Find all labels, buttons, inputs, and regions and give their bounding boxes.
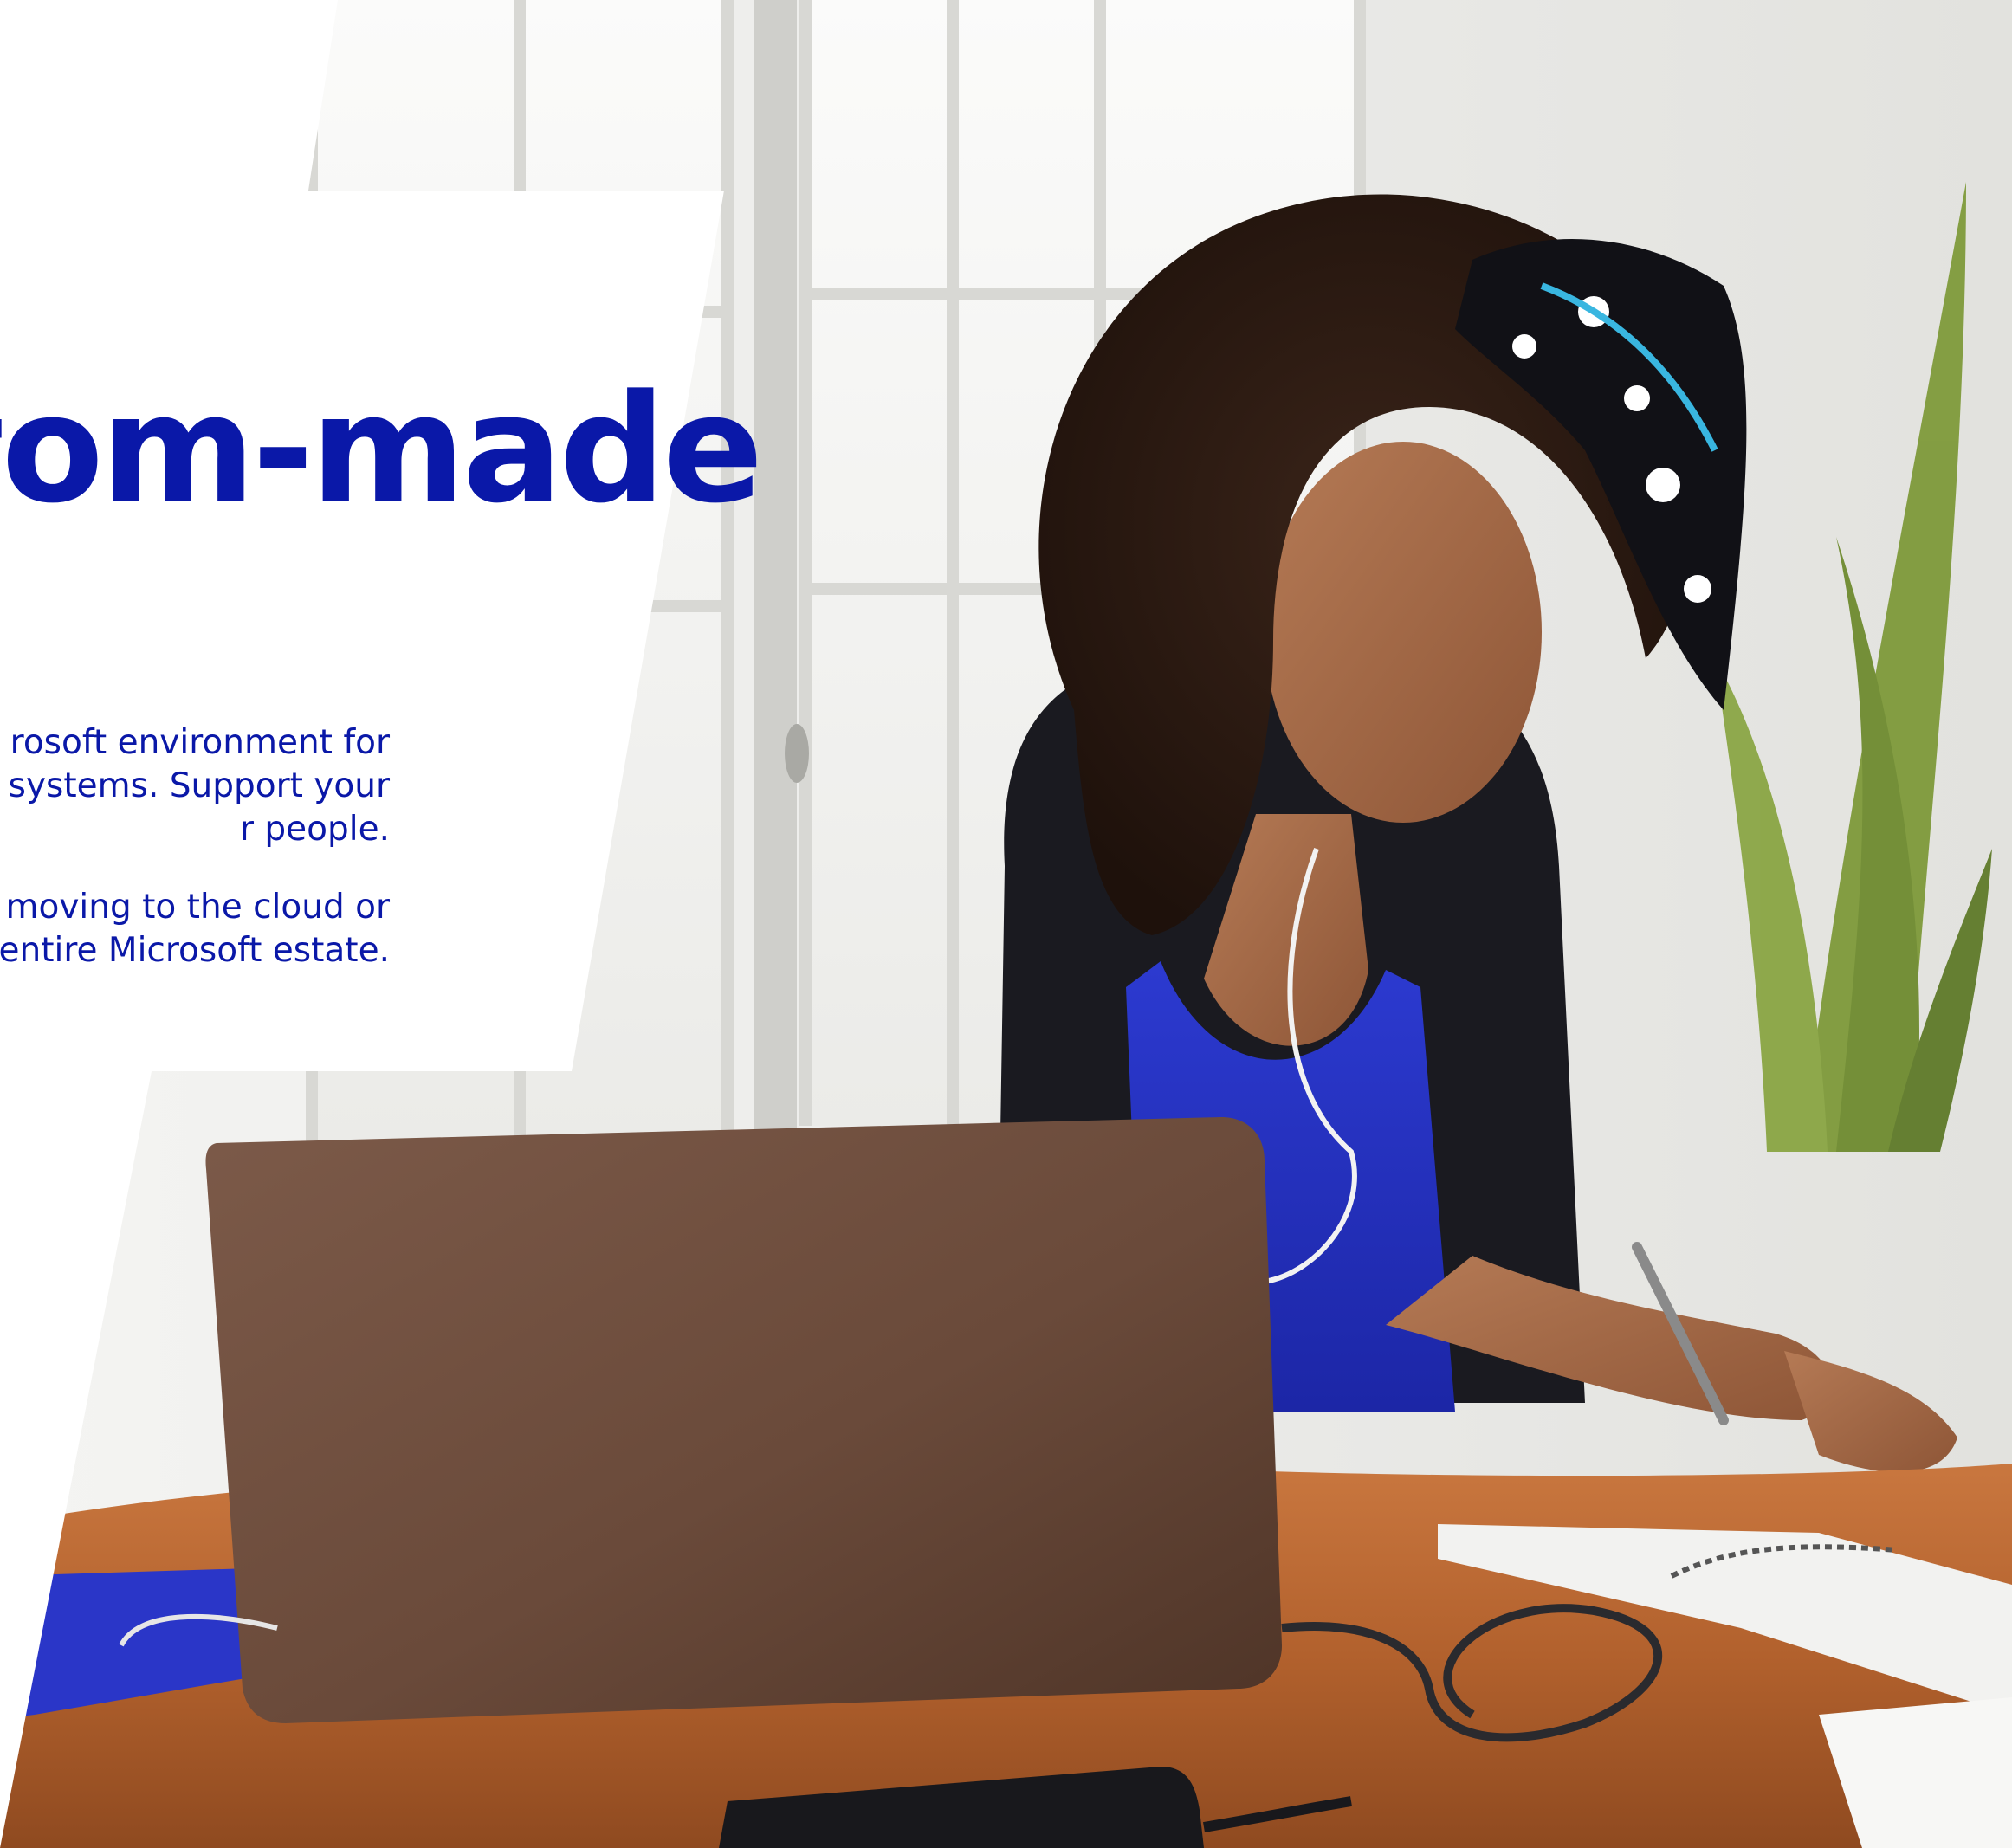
headline-line-2: e xyxy=(0,527,760,681)
body-copy: rosoft environment for systems. Support … xyxy=(0,721,390,972)
body-paragraph-2-line-1: moving to the cloud or xyxy=(5,888,391,927)
headline-line-1: stom-made xyxy=(0,362,763,536)
headline: stom-made e xyxy=(0,362,763,681)
text-overlay: stom-made e rosoft environment for syste… xyxy=(0,0,2012,1848)
page: stom-made e rosoft environment for syste… xyxy=(0,0,2012,1848)
body-paragraph-1-line-2: systems. Support your xyxy=(8,766,390,805)
body-paragraph-2-line-2: entire Microsoft estate. xyxy=(0,931,390,970)
body-paragraph-1-line-3: r people. xyxy=(239,810,390,849)
body-paragraph-1-line-1: rosoft environment for xyxy=(10,723,390,762)
